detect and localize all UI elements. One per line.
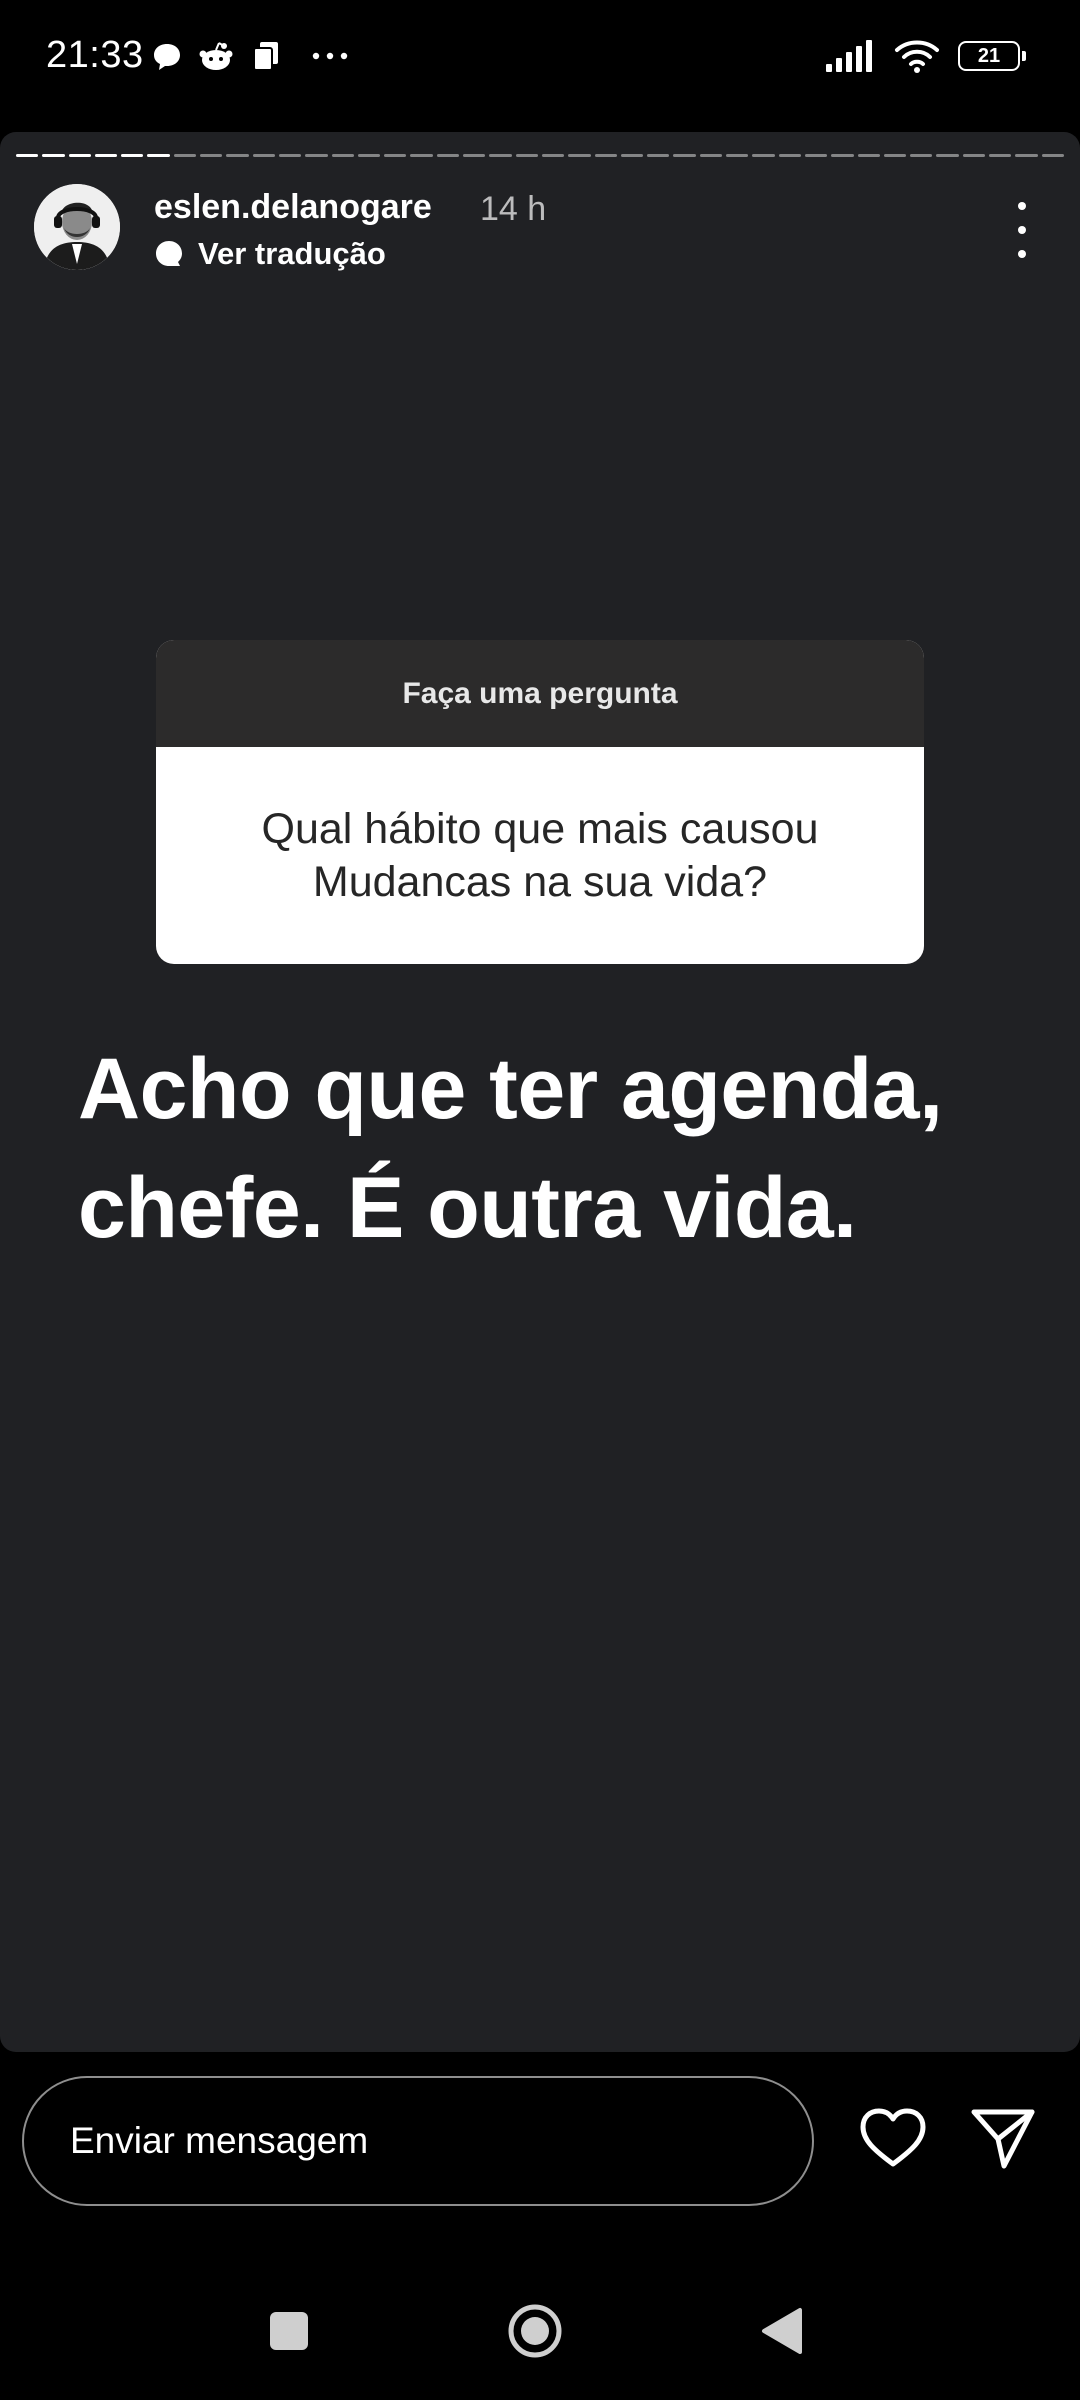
more-options-icon[interactable] <box>1004 202 1040 258</box>
story-progress-segment <box>147 154 170 157</box>
translate-label: Ver tradução <box>198 236 386 271</box>
battery-icon: 21 <box>958 41 1026 71</box>
story-username[interactable]: eslen.delanogare <box>154 188 432 227</box>
recents-button[interactable] <box>270 2312 308 2350</box>
story-progress-segment <box>541 154 565 157</box>
story-progress-segment <box>68 154 91 157</box>
message-field[interactable] <box>22 2076 814 2206</box>
story-progress-segment <box>121 154 144 157</box>
story-progress-segment <box>463 154 486 157</box>
story-time-ago: 14 h <box>480 190 547 228</box>
system-nav-bar <box>0 2260 1080 2400</box>
translate-button[interactable]: Ver tradução <box>154 236 386 272</box>
story-progress-segment <box>16 154 39 157</box>
story-progress-segment <box>1041 154 1064 157</box>
story-progress-segment <box>331 154 354 157</box>
question-sticker: Faça uma pergunta Qual hábito que mais c… <box>156 640 924 964</box>
files-icon <box>253 42 278 71</box>
story-progress-segment <box>726 154 749 157</box>
message-input[interactable] <box>68 2119 812 2163</box>
story-progress-segment <box>857 154 880 157</box>
send-icon[interactable] <box>970 2106 1036 2170</box>
home-button[interactable] <box>508 2304 562 2358</box>
story-progress-segment <box>515 154 538 157</box>
story-progress-segment <box>357 154 381 157</box>
back-button[interactable] <box>760 2306 804 2356</box>
story-progress-segment <box>936 154 959 157</box>
story-progress-segment <box>278 154 302 157</box>
story-progress-segment <box>752 154 775 157</box>
wifi-icon <box>895 40 939 73</box>
heart-icon[interactable] <box>858 2106 928 2170</box>
story-answer-text: Acho que ter agenda, chefe. É outra vida… <box>78 1041 943 1256</box>
story-progress-segment <box>410 154 433 157</box>
story-progress-segment <box>200 154 223 157</box>
story-progress-segment <box>594 154 617 157</box>
story-progress-segment <box>699 154 723 157</box>
story-progress-segment <box>778 154 801 157</box>
story-progress-segment <box>42 154 65 157</box>
battery-level: 21 <box>977 44 1001 67</box>
story-progress-segment <box>804 154 828 157</box>
story-progress-segment <box>252 154 275 157</box>
story-progress-segment <box>910 154 933 157</box>
story-progress-segment <box>831 154 854 157</box>
story-progress-segment <box>962 154 985 157</box>
signal-icon <box>826 40 872 72</box>
story-progress-bar <box>16 154 1064 157</box>
question-text: Qual hábito que mais causou Mudancas na … <box>261 805 819 906</box>
story-progress-segment <box>489 154 512 157</box>
more-dots-icon <box>312 52 348 60</box>
story-progress-segment <box>384 154 407 157</box>
story-view[interactable]: eslen.delanogare 14 h Ver tradução Faça … <box>0 132 1080 2052</box>
translate-bubble-icon <box>156 241 182 266</box>
story-progress-segment <box>173 154 197 157</box>
story-progress-segment <box>620 154 644 157</box>
question-sticker-title: Faça uma pergunta <box>156 640 924 747</box>
story-progress-segment <box>568 154 591 157</box>
status-time: 21:33 <box>46 34 144 76</box>
story-progress-segment <box>988 154 1012 157</box>
status-bar: 21:33 21 <box>0 0 1080 120</box>
story-progress-segment <box>305 154 328 157</box>
story-progress-segment <box>1015 154 1038 157</box>
status-right-group: 21 <box>826 36 1026 76</box>
story-progress-segment <box>226 154 249 157</box>
story-progress-segment <box>94 154 118 157</box>
story-progress-segment <box>647 154 670 157</box>
chat-bubble-icon <box>154 44 180 70</box>
story-progress-segment <box>436 154 460 157</box>
story-progress-segment <box>883 154 907 157</box>
story-progress-segment <box>673 154 696 157</box>
avatar[interactable] <box>34 184 120 270</box>
reddit-icon <box>199 42 233 70</box>
profile-photo <box>34 184 120 270</box>
